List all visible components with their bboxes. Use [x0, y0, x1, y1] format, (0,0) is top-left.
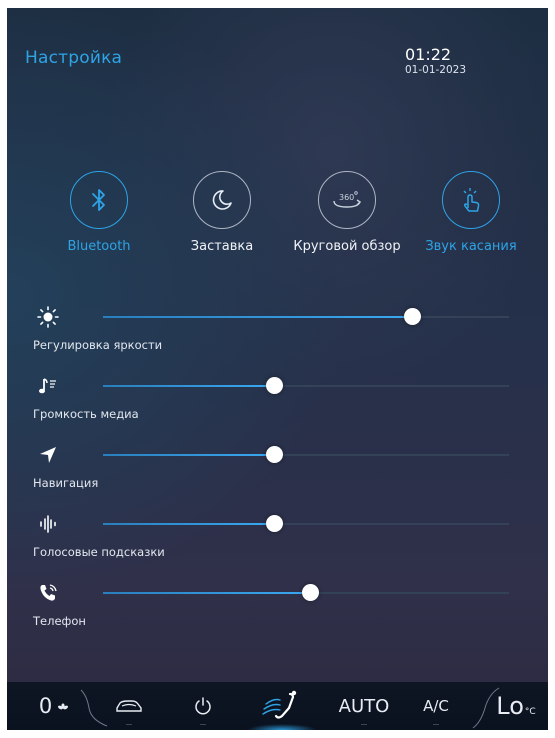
settings-screen: Настройка 01:22 01-01-2023 Bluetooth Зас…: [7, 8, 548, 730]
surround-view-button[interactable]: 360 Круговой обзор: [292, 171, 402, 254]
bluetooth-button[interactable]: Bluetooth: [44, 171, 154, 254]
voice-prompts-label: Голосовые подсказки: [33, 545, 165, 559]
clock-time: 01:22: [405, 45, 452, 64]
touch-sound-button-circle[interactable]: [442, 171, 500, 229]
moon-icon: [212, 190, 232, 210]
surround-view-button-circle[interactable]: 360: [318, 171, 376, 229]
fan-speed-value: 0: [38, 694, 53, 718]
airflow-active-glow: [247, 724, 317, 730]
media-volume-track[interactable]: [103, 377, 509, 394]
brightness-knob[interactable]: [403, 308, 421, 325]
temperature-button[interactable]: Lo °C: [487, 682, 545, 730]
svg-text:360: 360: [339, 193, 354, 202]
bluetooth-label: Bluetooth: [67, 239, 131, 254]
screensaver-label: Заставка: [190, 239, 254, 254]
navigation-knob[interactable]: [265, 446, 283, 463]
voice-prompts-track[interactable]: [103, 515, 509, 532]
slider-voice-prompts[interactable]: Голосовые подсказки: [29, 515, 509, 563]
auto-button[interactable]: AUTO: [332, 682, 396, 730]
page-title: Настройка: [25, 48, 123, 68]
ac-label: A/C: [423, 697, 449, 715]
navigation-track[interactable]: [103, 446, 509, 463]
navigation-label: Навигация: [33, 476, 99, 490]
media-volume-label: Громкость медиа: [33, 407, 139, 421]
navigation-fill: [103, 454, 274, 456]
ac-indicator: [433, 723, 439, 725]
auto-indicator: [361, 723, 367, 725]
power-indicator: [200, 723, 206, 725]
bluetooth-icon: [92, 189, 105, 211]
ac-button[interactable]: A/C: [416, 682, 456, 730]
slider-navigation[interactable]: Навигация: [29, 446, 509, 494]
climate-bar: 0 AUTO A/C Lo °C: [7, 682, 548, 730]
clock-date: 01-01-2023: [405, 64, 467, 76]
surround-view-label: Круговой обзор: [293, 239, 401, 254]
touch-sound-label: Звук касания: [425, 239, 517, 254]
temperature-unit: °C: [524, 707, 536, 717]
seat-airflow-icon: [262, 690, 297, 719]
left-divider: [80, 689, 108, 727]
recirculation-indicator: [126, 723, 132, 725]
phone-track[interactable]: [103, 584, 509, 601]
media-note-icon: [37, 375, 59, 397]
brightness-track[interactable]: [103, 308, 509, 325]
media-volume-knob[interactable]: [265, 377, 283, 394]
voice-prompts-fill: [103, 523, 274, 525]
touch-sound-icon: [463, 188, 480, 212]
phone-label: Телефон: [33, 614, 86, 628]
sun-icon: [37, 306, 59, 328]
airflow-button[interactable]: [247, 682, 317, 730]
fan-icon: [58, 703, 69, 710]
navigation-arrow-icon: [37, 444, 59, 466]
slider-brightness[interactable]: Регулировка яркости: [29, 306, 509, 356]
screensaver-button[interactable]: Заставка: [167, 171, 277, 254]
recirculation-button[interactable]: [107, 682, 151, 730]
bluetooth-button-circle[interactable]: [70, 171, 128, 229]
media-volume-fill: [103, 385, 274, 387]
voice-prompts-knob[interactable]: [265, 515, 283, 532]
voice-wave-icon: [37, 513, 59, 535]
360-view-icon: 360: [333, 191, 362, 208]
power-icon: [195, 697, 211, 715]
touch-sound-button[interactable]: Звук касания: [416, 171, 526, 254]
car-recirculation-icon: [116, 700, 142, 712]
fan-speed-button[interactable]: 0: [29, 682, 79, 730]
slider-phone[interactable]: Телефон: [29, 584, 509, 632]
phone-knob[interactable]: [302, 584, 320, 601]
auto-label: AUTO: [338, 695, 390, 717]
clock: 01:22 01-01-2023: [405, 46, 466, 77]
brightness-label: Регулировка яркости: [33, 338, 163, 352]
phone-fill: [103, 592, 311, 594]
temperature-value: Lo: [496, 692, 524, 720]
phone-icon: [37, 582, 59, 604]
climate-power-button[interactable]: [185, 682, 221, 730]
slider-media-volume[interactable]: Громкость медиа: [29, 377, 509, 425]
screensaver-button-circle[interactable]: [193, 171, 251, 229]
brightness-fill: [103, 316, 412, 318]
